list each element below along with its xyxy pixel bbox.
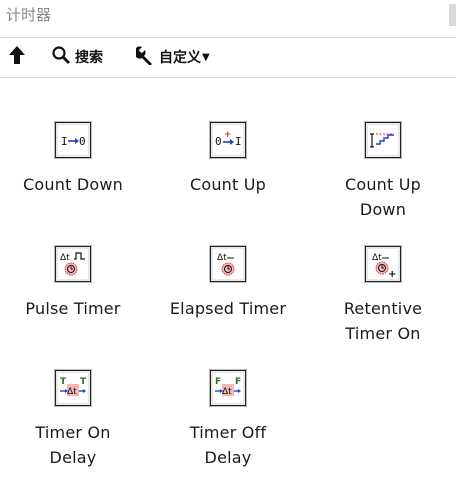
search-button[interactable]: 搜索 xyxy=(51,42,103,72)
elapsed-timer-icon: Δt xyxy=(209,245,247,283)
arrow-up-icon xyxy=(8,45,26,69)
timer-on-delay-icon: T T Δt xyxy=(54,369,92,407)
search-icon xyxy=(51,45,71,69)
svg-text:+: + xyxy=(388,269,396,280)
svg-text:Δt: Δt xyxy=(67,387,77,397)
count-up-icon: 0 + I xyxy=(209,121,247,159)
svg-text:0: 0 xyxy=(79,135,86,148)
svg-text:I: I xyxy=(235,135,242,148)
palette-item-timer-off-delay[interactable]: F F Δt Timer Off Delay xyxy=(158,369,298,470)
customize-button[interactable]: 自定义 ▼ xyxy=(133,42,210,72)
toolbar-divider xyxy=(0,77,456,78)
palette-item-count-up-down[interactable]: Count Up Down xyxy=(313,121,453,222)
pulse-timer-icon: Δt xyxy=(54,245,92,283)
up-button[interactable] xyxy=(8,42,26,72)
svg-text:T: T xyxy=(80,377,87,387)
palette-item-timer-on-delay[interactable]: T T Δt Timer On Delay xyxy=(3,369,143,470)
svg-text:+: + xyxy=(224,130,232,140)
count-up-down-icon xyxy=(364,121,402,159)
palette-item-retentive-timer-on[interactable]: Δt + Retentive Timer On xyxy=(313,245,453,346)
edge-tab[interactable] xyxy=(449,4,456,26)
svg-text:I: I xyxy=(61,135,68,148)
chevron-down-icon: ▼ xyxy=(202,51,210,63)
timer-off-delay-icon: F F Δt xyxy=(209,369,247,407)
svg-text:0: 0 xyxy=(215,135,222,148)
svg-text:T: T xyxy=(60,377,67,387)
count-down-icon: I 0 xyxy=(54,121,92,159)
wrench-icon xyxy=(133,45,155,69)
palette-item-label: Timer Off Delay xyxy=(189,423,267,467)
window-title: 计时器 xyxy=(6,6,52,24)
retentive-timer-icon: Δt + xyxy=(364,245,402,283)
svg-text:Δt: Δt xyxy=(222,387,232,397)
palette-item-label: Count Up xyxy=(189,175,267,194)
svg-text:Δt: Δt xyxy=(217,253,227,263)
palette-item-label: Retentive Timer On xyxy=(343,299,423,343)
palette-item-label: Elapsed Timer xyxy=(169,299,287,318)
palette-item-label: Pulse Timer xyxy=(25,299,121,318)
palette-item-label: Timer On Delay xyxy=(35,423,111,467)
palette-item-count-up[interactable]: 0 + I Count Up xyxy=(158,121,298,197)
svg-text:F: F xyxy=(215,377,221,387)
svg-text:Δt: Δt xyxy=(372,253,382,263)
palette-item-label: Count Down xyxy=(23,175,123,194)
customize-label: 自定义 xyxy=(159,50,201,66)
palette-item-pulse-timer[interactable]: Δt Pulse Timer xyxy=(3,245,143,321)
palette-item-label: Count Up Down xyxy=(344,175,422,219)
svg-text:F: F xyxy=(235,377,241,387)
svg-text:Δt: Δt xyxy=(60,253,70,263)
palette-item-elapsed-timer[interactable]: Δt Elapsed Timer xyxy=(158,245,298,321)
palette-item-count-down[interactable]: I 0 Count Down xyxy=(3,121,143,197)
toolbar: 搜索 自定义 ▼ xyxy=(0,38,456,74)
title-bar: 计时器 xyxy=(0,0,456,30)
search-label: 搜索 xyxy=(75,50,103,66)
